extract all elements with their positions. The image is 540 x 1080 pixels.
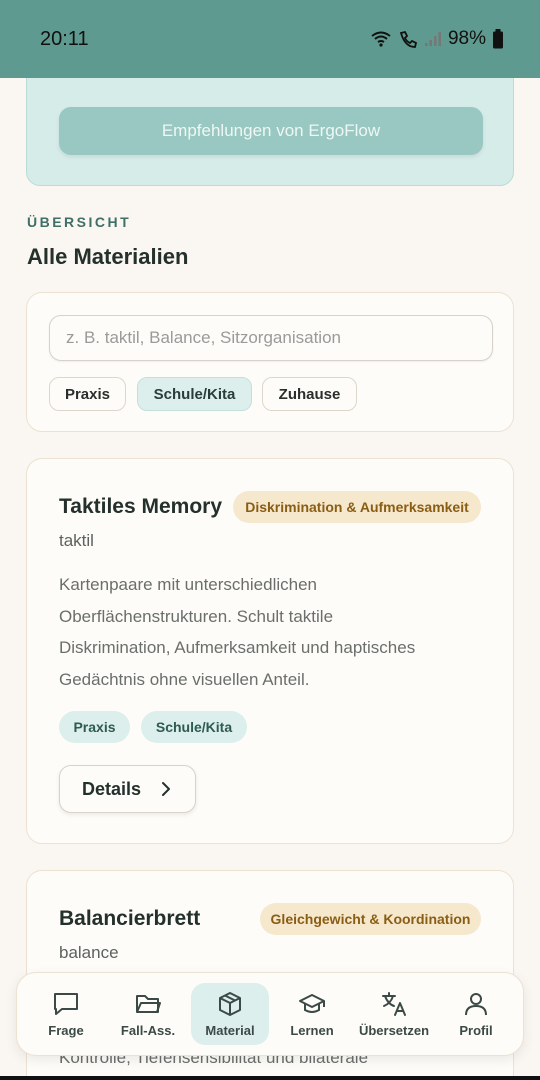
nav-item-uebersetzen[interactable]: Übersetzen xyxy=(355,983,433,1045)
nav-item-fall-ass[interactable]: Fall-Ass. xyxy=(109,983,187,1045)
material-card: Taktiles Memory Diskrimination & Aufmerk… xyxy=(26,458,514,844)
folder-icon xyxy=(134,991,162,1017)
status-time: 20:11 xyxy=(40,27,89,50)
content-scroll[interactable]: Empfehlungen von ErgoFlow ÜBERSICHT Alle… xyxy=(0,78,540,1080)
chevron-right-icon xyxy=(161,781,171,802)
nav-label: Fall-Ass. xyxy=(120,1023,176,1038)
filter-chip-zuhause[interactable]: Zuhause xyxy=(262,377,357,411)
status-bar: 20:11 98% xyxy=(0,0,540,78)
system-home-bar xyxy=(0,1076,540,1080)
nav-item-frage[interactable]: Frage xyxy=(27,983,105,1045)
nav-item-material[interactable]: Material xyxy=(191,983,269,1045)
material-title: Taktiles Memory xyxy=(59,495,223,518)
translate-icon xyxy=(380,991,408,1017)
search-input[interactable]: z. B. taktil, Balance, Sitzorganisation xyxy=(49,315,493,361)
nav-label: Material xyxy=(205,1023,255,1038)
filter-card: z. B. taktil, Balance, Sitzorganisation … xyxy=(26,292,514,432)
material-description: Kartenpaare mit unterschiedlichen Oberfl… xyxy=(59,569,479,695)
section-eyebrow: ÜBERSICHT xyxy=(27,214,132,230)
bottom-navigation: Frage Fall-Ass. Material Lernen Übersetz… xyxy=(16,972,524,1056)
material-subtitle: taktil xyxy=(59,531,94,550)
description-line: Diskrimination, Aufmerksamkeit und hapti… xyxy=(59,638,416,657)
setting-tag: Praxis xyxy=(59,711,130,743)
details-button[interactable]: Details xyxy=(59,765,196,813)
nav-label: Lernen xyxy=(290,1023,334,1038)
filter-chip-praxis[interactable]: Praxis xyxy=(49,377,126,411)
nav-label: Frage xyxy=(48,1023,84,1038)
nav-label: Übersetzen xyxy=(358,1023,430,1038)
category-badge: Gleichgewicht & Koordination xyxy=(260,903,481,935)
status-icons: 98% xyxy=(370,28,504,50)
category-badge: Diskrimination & Aufmerksamkeit xyxy=(233,491,481,523)
wifi-calling-icon xyxy=(370,30,392,48)
material-subtitle: balance xyxy=(59,943,119,962)
filter-chip-schule-kita[interactable]: Schule/Kita xyxy=(137,377,252,411)
nav-item-profil[interactable]: Profil xyxy=(437,983,515,1045)
nav-label: Profil xyxy=(459,1023,493,1038)
call-icon xyxy=(398,30,418,48)
battery-icon xyxy=(492,29,504,49)
recommendation-card: Empfehlungen von ErgoFlow xyxy=(26,78,514,186)
nav-item-lernen[interactable]: Lernen xyxy=(273,983,351,1045)
box-icon xyxy=(216,991,244,1017)
chat-icon xyxy=(52,991,80,1017)
person-icon xyxy=(462,991,490,1017)
battery-percent: 98% xyxy=(447,28,486,49)
graduation-cap-icon xyxy=(298,991,326,1017)
description-line: Gedächtnis ohne visuellen Anteil. xyxy=(59,669,310,689)
details-label: Details xyxy=(82,778,142,799)
signal-icon xyxy=(424,31,442,47)
description-line: Kartenpaare mit unterschiedlichen xyxy=(59,575,317,594)
material-title: Balancierbrett xyxy=(59,907,201,930)
description-line: Oberflächenstrukturen. Schult taktile xyxy=(59,606,334,626)
setting-tag: Schule/Kita xyxy=(141,711,247,743)
section-title: Alle Materialien xyxy=(27,244,189,269)
recommendations-button[interactable]: Empfehlungen von ErgoFlow xyxy=(59,107,483,155)
